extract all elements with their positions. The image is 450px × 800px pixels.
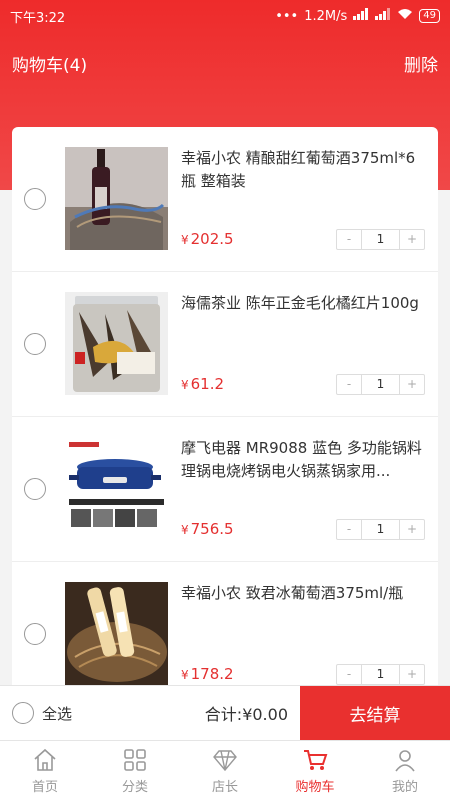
decrease-button[interactable]: - bbox=[337, 520, 361, 539]
increase-button[interactable]: + bbox=[400, 665, 424, 684]
wifi-icon bbox=[397, 8, 413, 24]
item-price: ¥178.2 bbox=[181, 665, 234, 683]
cart-item: 幸福小农 致君冰葡萄酒375ml/瓶 ¥178.2 - 1 + bbox=[12, 562, 438, 687]
select-all-radio[interactable] bbox=[12, 702, 34, 724]
diamond-icon bbox=[213, 750, 237, 772]
quantity-stepper: - 1 + bbox=[336, 374, 425, 395]
tab-home[interactable]: 首页 bbox=[0, 741, 90, 800]
tab-label: 首页 bbox=[31, 780, 58, 795]
signal-icon-2 bbox=[375, 8, 391, 24]
quantity-value[interactable]: 1 bbox=[361, 230, 400, 249]
ice-wine-bottles-image[interactable] bbox=[65, 582, 168, 685]
decrease-button[interactable]: - bbox=[337, 230, 361, 249]
item-select-radio[interactable] bbox=[24, 623, 46, 645]
quantity-value[interactable]: 1 bbox=[361, 520, 400, 539]
cart-icon bbox=[304, 750, 328, 770]
user-icon bbox=[395, 750, 415, 772]
signal-icon bbox=[353, 8, 369, 24]
delete-button[interactable]: 删除 bbox=[404, 51, 438, 76]
item-price: ¥61.2 bbox=[181, 375, 225, 393]
status-time: 下午3:22 bbox=[10, 10, 66, 26]
more-dots-icon: ••• bbox=[275, 8, 299, 24]
decrease-button[interactable]: - bbox=[337, 375, 361, 394]
item-select-radio[interactable] bbox=[24, 478, 46, 500]
checkout-bar: 全选 合计:¥0.00 去结算 bbox=[0, 685, 450, 741]
quantity-value[interactable]: 1 bbox=[361, 665, 400, 684]
cart-item: 幸福小农 精酿甜红葡萄酒375ml*6瓶 整箱装 ¥202.5 - 1 + bbox=[12, 127, 438, 272]
tab-cart[interactable]: 购物车 bbox=[270, 741, 360, 800]
tab-label: 我的 bbox=[391, 780, 418, 795]
increase-button[interactable]: + bbox=[400, 230, 424, 249]
increase-button[interactable]: + bbox=[400, 375, 424, 394]
network-speed: 1.2M/s bbox=[304, 8, 348, 24]
cart-item: 海儒茶业 陈年正金毛化橘红片100g ¥61.2 - 1 + bbox=[12, 272, 438, 417]
top-nav: 购物车(4) 删除 bbox=[0, 40, 450, 86]
page-title: 购物车(4) bbox=[12, 55, 88, 76]
select-all[interactable]: 全选 bbox=[0, 702, 180, 724]
item-select-radio[interactable] bbox=[24, 188, 46, 210]
item-select-radio[interactable] bbox=[24, 333, 46, 355]
decrease-button[interactable]: - bbox=[337, 665, 361, 684]
tab-label: 店长 bbox=[211, 780, 238, 795]
checkout-button[interactable]: 去结算 bbox=[300, 685, 450, 741]
total-amount: 合计:¥0.00 bbox=[204, 705, 288, 724]
item-title[interactable]: 海儒茶业 陈年正金毛化橘红片100g bbox=[181, 292, 427, 315]
item-price: ¥756.5 bbox=[181, 520, 234, 538]
tab-label: 购物车 bbox=[295, 780, 335, 795]
bottom-tab-bar: 首页 分类 店长 购物车 我的 bbox=[0, 740, 450, 800]
tab-me[interactable]: 我的 bbox=[360, 741, 450, 800]
cart-list: 幸福小农 精酿甜红葡萄酒375ml*6瓶 整箱装 ¥202.5 - 1 + 海儒… bbox=[12, 127, 438, 687]
quantity-value[interactable]: 1 bbox=[361, 375, 400, 394]
battery-icon: 49 bbox=[419, 9, 440, 23]
item-price: ¥202.5 bbox=[181, 230, 234, 248]
tab-label: 分类 bbox=[121, 780, 148, 795]
home-icon bbox=[34, 748, 56, 771]
tea-jar-image[interactable] bbox=[65, 292, 168, 395]
blue-cooker-image[interactable] bbox=[65, 437, 168, 540]
quantity-stepper: - 1 + bbox=[336, 229, 425, 250]
item-title[interactable]: 幸福小农 精酿甜红葡萄酒375ml*6瓶 整箱装 bbox=[181, 147, 427, 193]
item-title[interactable]: 摩飞电器 MR9088 蓝色 多功能锅料理锅电烧烤锅电火锅蒸锅家用... bbox=[181, 437, 427, 483]
quantity-stepper: - 1 + bbox=[336, 664, 425, 685]
quantity-stepper: - 1 + bbox=[336, 519, 425, 540]
increase-button[interactable]: + bbox=[400, 520, 424, 539]
select-all-label: 全选 bbox=[42, 704, 73, 723]
cart-item: 摩飞电器 MR9088 蓝色 多功能锅料理锅电烧烤锅电火锅蒸锅家用... ¥75… bbox=[12, 417, 438, 562]
tab-manager[interactable]: 店长 bbox=[180, 741, 270, 800]
red-wine-bottle-image[interactable] bbox=[65, 147, 168, 250]
status-bar: 下午3:22 ••• 1.2M/s 49 bbox=[0, 0, 450, 32]
item-title[interactable]: 幸福小农 致君冰葡萄酒375ml/瓶 bbox=[181, 582, 427, 605]
status-indicators: ••• 1.2M/s 49 bbox=[275, 8, 440, 24]
category-grid-icon bbox=[124, 749, 146, 771]
tab-category[interactable]: 分类 bbox=[90, 741, 180, 800]
